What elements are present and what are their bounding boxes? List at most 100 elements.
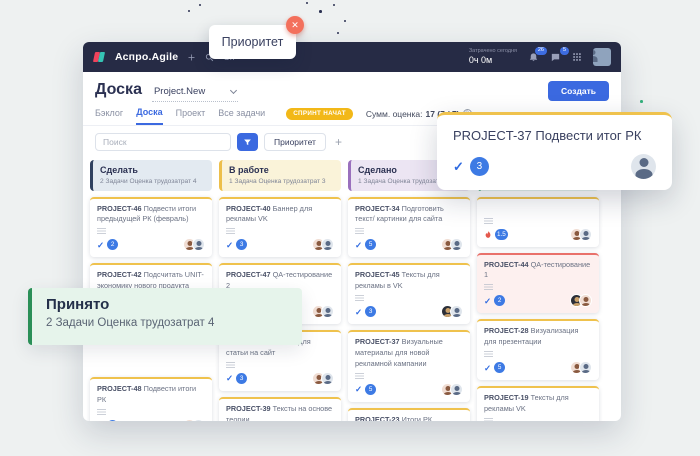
project-selector[interactable]: Project.New [152,83,238,102]
column-header[interactable]: Сделать2 Задачи Оценка трудозатрат 4 [90,160,212,191]
task-card-footer: ✓3 [226,238,334,251]
task-card[interactable]: PROJECT-44 QA-тестирование 1✓2 [477,253,599,314]
project-name: Project.New [154,86,205,97]
task-card[interactable]: 1.5 [477,197,599,247]
messages-badge: 5 [560,47,569,56]
description-icon [355,295,364,301]
task-id: PROJECT-42 [97,270,142,279]
check-icon: ✓ [355,385,362,394]
task-card[interactable]: PROJECT-46 Подвести итоги предыдущей РК … [90,197,212,258]
decor-dot [306,2,308,4]
tab-project[interactable]: Проект [176,108,206,124]
column-meta: 1 Задача Оценка трудозатрат 3 [229,178,334,185]
task-id: PROJECT-44 [484,260,529,269]
decor-dot [337,32,339,34]
create-button[interactable]: Создать [548,81,609,101]
task-id: PROJECT-45 [355,270,400,279]
tab-backlog[interactable]: Бэклог [95,108,123,124]
apps-grid-icon[interactable] [572,52,582,62]
task-title: PROJECT-34 Подготовить текст/ картинки д… [355,204,463,226]
assignee-avatars [574,361,592,374]
filter-button[interactable] [237,133,258,151]
description-icon [355,373,364,379]
messages-button[interactable]: 5 [550,52,561,63]
notifications-badge: 26 [535,47,547,56]
fire-icon [484,230,492,239]
story-points-badge: 2 [107,239,118,250]
popup-column-meta: 2 Задачи Оценка трудозатрат 4 [46,317,288,329]
task-card[interactable]: PROJECT-48 Подвести итоги РК✓2 [90,377,212,421]
assignee-avatars [445,305,463,318]
search-input[interactable] [95,133,231,151]
avatar [450,383,463,396]
assignee-avatars [445,238,463,251]
check-icon: ✓ [355,241,362,250]
page: Аспро.Agile Сп Затрачено сегодня 0ч 0м 2… [0,0,700,456]
assignee-avatars [316,372,334,385]
description-icon [484,284,493,290]
column-header[interactable]: В работе1 Задача Оценка трудозатрат 3 [219,160,341,191]
board-column: Принято2 Задачи Оценка трудозатрат 41.5P… [477,160,599,421]
avatar [321,238,334,251]
task-card[interactable]: PROJECT-45 Тексты для рекламы в VK✓3 [348,263,470,324]
task-card[interactable]: PROJECT-23 Итоги РК✓5 [348,408,470,421]
story-points-badge: 2 [107,420,118,421]
notifications-button[interactable]: 26 [528,52,539,63]
task-title: PROJECT-40 Баннер для рекламы VK [226,204,334,226]
task-card[interactable]: PROJECT-28 Визуализация для презентации✓… [477,319,599,380]
decor-dot [333,4,335,6]
task-card[interactable]: PROJECT-34 Подготовить текст/ картинки д… [348,197,470,258]
column-title: Сделать [100,165,205,175]
check-icon: ✓ [484,297,491,306]
task-title [484,204,592,215]
assignee-avatars [316,305,334,318]
story-points-badge: 5 [365,384,376,395]
task-card[interactable]: PROJECT-37 Визуальные материалы для ново… [348,330,470,402]
app-window: Аспро.Agile Сп Затрачено сегодня 0ч 0м 2… [83,42,621,421]
task-id: PROJECT-47 [226,270,271,279]
board-header: Доска Project.New Создать [83,72,621,102]
assignee-avatar [631,154,656,179]
priority-filter-chip[interactable]: Приоритет [264,133,326,151]
story-points-badge: 3 [470,157,489,176]
close-icon[interactable]: ✕ [286,16,304,34]
chevron-down-icon [230,87,237,94]
task-card-footer: ✓2 [97,238,205,251]
task-card-popup[interactable]: PROJECT-37 Подвести итог РК ✓ 3 [437,112,672,190]
decor-dot [188,10,190,12]
decor-dot [344,20,346,22]
add-filter-button[interactable]: + [335,136,342,148]
story-points-badge: 2 [494,295,505,306]
task-id: PROJECT-40 [226,204,271,213]
add-icon[interactable] [187,53,196,62]
avatar [450,238,463,251]
task-title: PROJECT-46 Подвести итоги предыдущей РК … [97,204,205,226]
task-card-footer: ✓5 [355,238,463,251]
task-card[interactable]: PROJECT-40 Баннер для рекламы VK ✓3 [219,197,341,258]
story-points-badge: 5 [365,239,376,250]
description-icon [484,418,493,421]
description-icon [97,228,106,234]
sprint-summary-label: Сумм. оценка: [366,109,423,119]
task-card-footer: ✓3 [226,372,334,385]
brand-logo-icon [93,51,106,63]
task-id: PROJECT-48 [97,384,142,393]
description-icon [484,218,493,224]
task-card-footer: ✓5 [355,383,463,396]
check-icon: ✓ [97,241,104,250]
description-icon [97,409,106,415]
task-title: PROJECT-37 Визуальные материалы для ново… [355,337,463,370]
tab-all-tasks[interactable]: Все задачи [218,108,265,124]
description-icon [355,228,364,234]
tab-board[interactable]: Доска [136,107,162,125]
priority-tooltip-label: Приоритет [222,35,284,49]
task-title: PROJECT-19 Тексты для рекламы VK [484,393,592,415]
funnel-icon [243,138,252,147]
popup-column-title: Принято [46,296,288,313]
check-icon: ✓ [355,308,362,317]
task-card[interactable]: PROJECT-39 Тексты на основе теории✓3 [219,397,341,421]
task-card[interactable]: PROJECT-19 Тексты для рекламы VK✓5 [477,386,599,421]
story-points-badge: 5 [494,362,505,373]
user-avatar[interactable] [593,48,611,66]
chat-icon [550,52,561,63]
